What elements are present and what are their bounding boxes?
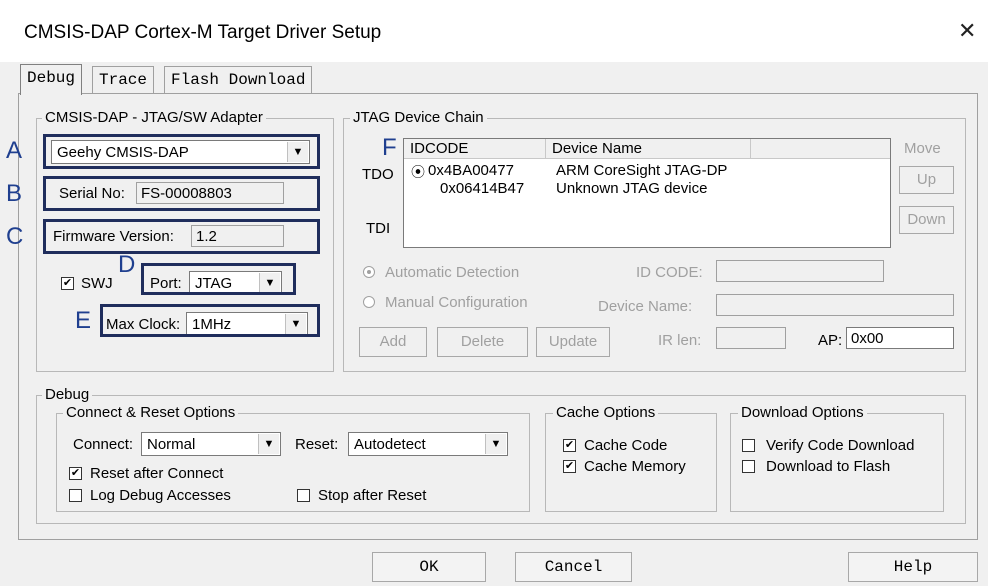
column-header-empty — [751, 139, 890, 159]
update-button[interactable]: Update — [536, 327, 610, 357]
move-up-button[interactable]: Up — [899, 166, 954, 194]
annotation-letter-d: D — [118, 251, 136, 278]
log-debug-accesses-label: Log Debug Accesses — [90, 487, 231, 504]
row-device-name: Unknown JTAG device — [556, 180, 708, 197]
device-name-field[interactable] — [716, 294, 954, 316]
log-debug-accesses-checkbox[interactable] — [69, 489, 82, 502]
id-code-label: ID CODE: — [636, 264, 703, 281]
ap-label: AP: — [818, 332, 843, 349]
ok-button[interactable]: OK — [372, 552, 486, 582]
move-down-button[interactable]: Down — [899, 206, 954, 234]
close-icon[interactable]: ✕ — [958, 18, 976, 44]
download-to-flash-checkbox[interactable] — [742, 460, 755, 473]
tab-flash-download[interactable]: Flash Download — [164, 66, 313, 93]
download-options-legend: Download Options — [738, 405, 867, 421]
row-device-name: ARM CoreSight JTAG-DP — [556, 162, 728, 179]
reset-select[interactable]: Autodetect ▼ — [348, 432, 508, 456]
reset-after-connect-label: Reset after Connect — [90, 465, 224, 482]
tdi-label: TDI — [366, 220, 391, 237]
download-to-flash-label: Download to Flash — [766, 458, 891, 475]
chevron-down-icon: ▼ — [258, 434, 279, 454]
verify-code-download-label: Verify Code Download — [766, 437, 915, 454]
annotation-box-a — [43, 134, 320, 169]
delete-button[interactable]: Delete — [437, 327, 528, 357]
add-button[interactable]: Add — [359, 327, 427, 357]
cancel-button[interactable]: Cancel — [515, 552, 632, 582]
table-row[interactable]: ⦿ 0x4BA00477 ARM CoreSight JTAG-DP — [404, 161, 890, 181]
column-header-device-name[interactable]: Device Name — [546, 139, 751, 159]
chevron-down-icon: ▼ — [485, 434, 506, 454]
id-code-field[interactable] — [716, 260, 884, 282]
ap-value: 0x00 — [851, 330, 884, 347]
adapter-group-legend: CMSIS-DAP - JTAG/SW Adapter — [42, 110, 266, 126]
jtag-chain-group-legend: JTAG Device Chain — [350, 110, 487, 126]
annotation-box-e — [100, 304, 320, 337]
swj-checkbox[interactable]: ✔ — [61, 277, 74, 290]
connect-select[interactable]: Normal ▼ — [141, 432, 281, 456]
connect-select-value: Normal — [147, 436, 196, 453]
cache-memory-checkbox[interactable]: ✔ — [563, 460, 576, 473]
cache-options-legend: Cache Options — [553, 405, 659, 421]
annotation-letter-e: E — [75, 307, 92, 334]
connect-reset-legend: Connect & Reset Options — [63, 405, 239, 421]
ir-len-field[interactable] — [716, 327, 786, 349]
table-row[interactable]: 0x06414B47 Unknown JTAG device — [404, 179, 890, 199]
manual-config-radio[interactable] — [363, 296, 375, 308]
cache-code-checkbox[interactable]: ✔ — [563, 439, 576, 452]
move-label: Move — [904, 140, 941, 157]
reset-label: Reset: — [295, 436, 339, 453]
auto-detect-radio[interactable] — [363, 266, 375, 278]
cache-code-label: Cache Code — [584, 437, 668, 454]
verify-code-download-checkbox[interactable] — [742, 439, 755, 452]
window-title: CMSIS-DAP Cortex-M Target Driver Setup — [24, 22, 382, 43]
annotation-box-d — [141, 263, 296, 295]
connect-label: Connect: — [73, 436, 134, 453]
title-bar: CMSIS-DAP Cortex-M Target Driver Setup ✕ — [0, 0, 988, 62]
device-name-label: Device Name: — [598, 298, 693, 315]
reset-after-connect-checkbox[interactable]: ✔ — [69, 467, 82, 480]
ir-len-label: IR len: — [658, 332, 702, 349]
annotation-letter-a: A — [6, 137, 23, 164]
debug-group-legend: Debug — [42, 387, 93, 403]
annotation-box-c — [43, 219, 320, 254]
annotation-box-b — [43, 176, 320, 211]
column-header-idcode[interactable]: IDCODE — [404, 139, 546, 159]
tdo-label: TDO — [362, 166, 394, 183]
row-idcode: 0x06414B47 — [440, 180, 525, 197]
stop-after-reset-checkbox[interactable] — [297, 489, 310, 502]
reset-select-value: Autodetect — [354, 436, 426, 453]
jtag-device-list[interactable]: IDCODE Device Name ⦿ 0x4BA00477 ARM Core… — [403, 138, 891, 248]
help-button[interactable]: Help — [848, 552, 978, 582]
annotation-letter-c: C — [6, 223, 24, 250]
auto-detect-label: Automatic Detection — [385, 264, 520, 281]
manual-config-label: Manual Configuration — [385, 294, 528, 311]
cache-memory-label: Cache Memory — [584, 458, 686, 475]
ap-field[interactable]: 0x00 — [846, 327, 954, 349]
annotation-letter-b: B — [6, 180, 23, 207]
tab-trace[interactable]: Trace — [92, 66, 155, 93]
stop-after-reset-label: Stop after Reset — [318, 487, 427, 504]
tab-debug[interactable]: Debug — [20, 64, 83, 95]
swj-label: SWJ — [81, 275, 113, 292]
row-idcode: 0x4BA00477 — [428, 162, 514, 179]
dialog-window: CMSIS-DAP Cortex-M Target Driver Setup ✕… — [0, 0, 988, 586]
